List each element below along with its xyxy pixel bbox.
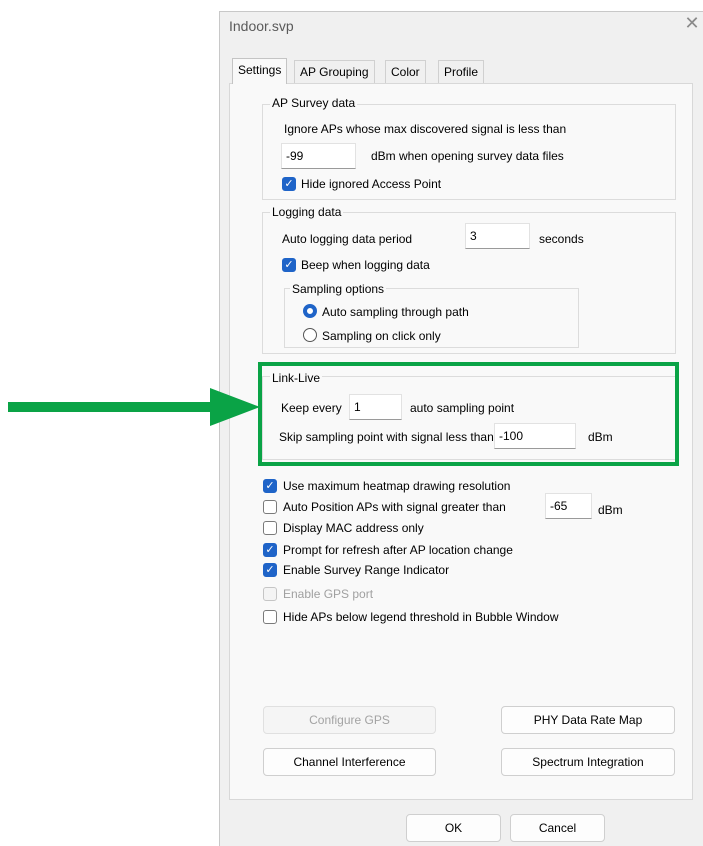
phy-rate-map-button[interactable]: PHY Data Rate Map: [501, 706, 675, 734]
configure-gps-button[interactable]: Configure GPS: [263, 706, 436, 734]
auto-position-input[interactable]: [545, 493, 592, 519]
channel-interference-button[interactable]: Channel Interference: [263, 748, 436, 776]
ignore-threshold-input[interactable]: [281, 143, 356, 169]
click-sampling-radio[interactable]: [303, 328, 317, 342]
auto-position-checkbox[interactable]: [263, 500, 277, 514]
window-title: Indoor.svp: [229, 18, 294, 34]
tab-ap-grouping[interactable]: AP Grouping: [294, 60, 375, 83]
logging-period-input[interactable]: [465, 223, 530, 249]
survey-range-checkbox[interactable]: ✓: [263, 563, 277, 577]
auto-sampling-label: Auto sampling through path: [322, 305, 469, 319]
highlight-box: [258, 362, 679, 466]
tab-settings[interactable]: Settings: [232, 58, 288, 84]
auto-position-label: Auto Position APs with signal greater th…: [283, 500, 506, 514]
prompt-refresh-label: Prompt for refresh after AP location cha…: [283, 543, 513, 557]
heatmap-resolution-label: Use maximum heatmap drawing resolution: [283, 479, 511, 493]
hide-bubble-checkbox[interactable]: [263, 610, 277, 624]
beep-label: Beep when logging data: [301, 258, 430, 272]
sampling-options-title: Sampling options: [290, 282, 387, 296]
auto-position-unit: dBm: [598, 503, 623, 517]
logging-period-label: Auto logging data period: [282, 232, 413, 246]
beep-checkbox[interactable]: ✓: [282, 258, 296, 272]
cancel-button[interactable]: Cancel: [510, 814, 605, 842]
gps-port-checkbox[interactable]: [263, 587, 277, 601]
gps-port-label: Enable GPS port: [283, 587, 374, 601]
ok-button[interactable]: OK: [406, 814, 501, 842]
logging-period-unit: seconds: [539, 232, 584, 246]
close-icon[interactable]: ✕: [684, 14, 700, 32]
arrow-icon: [8, 388, 260, 426]
hide-bubble-label: Hide APs below legend threshold in Bubbl…: [283, 610, 559, 624]
ignore-threshold-unit: dBm when opening survey data files: [371, 149, 564, 163]
logging-title: Logging data: [270, 205, 344, 219]
click-sampling-label: Sampling on click only: [322, 329, 441, 343]
hide-ignored-label: Hide ignored Access Point: [301, 177, 442, 191]
hide-ignored-checkbox[interactable]: ✓: [282, 177, 296, 191]
ignore-aps-label: Ignore APs whose max discovered signal i…: [284, 122, 567, 136]
mac-only-checkbox[interactable]: [263, 521, 277, 535]
spectrum-integration-button[interactable]: Spectrum Integration: [501, 748, 675, 776]
heatmap-resolution-checkbox[interactable]: ✓: [263, 479, 277, 493]
survey-range-label: Enable Survey Range Indicator: [283, 563, 450, 577]
ap-survey-title: AP Survey data: [270, 96, 358, 110]
auto-sampling-radio[interactable]: [303, 304, 317, 318]
prompt-refresh-checkbox[interactable]: ✓: [263, 543, 277, 557]
tab-color[interactable]: Color: [385, 60, 426, 83]
mac-only-label: Display MAC address only: [283, 521, 424, 535]
tab-profile[interactable]: Profile: [438, 60, 485, 83]
